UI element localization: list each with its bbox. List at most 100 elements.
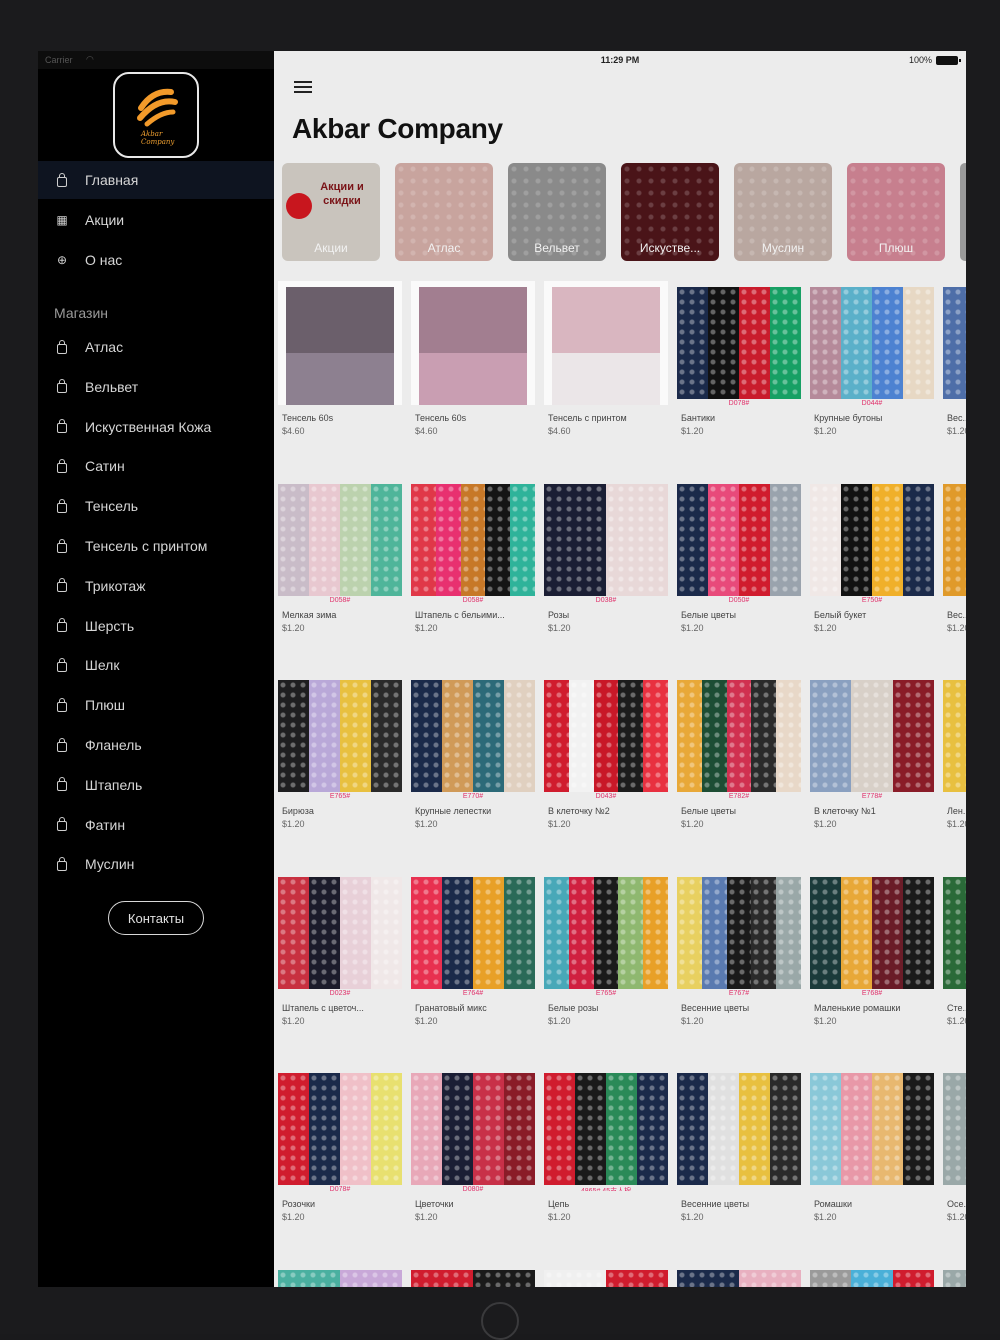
product-card[interactable] [677, 1264, 801, 1287]
product-card[interactable] [411, 1264, 535, 1287]
battery-percent: 100% [908, 55, 932, 65]
shop-item-label: Искуственная Кожа [85, 418, 212, 435]
product-card[interactable]: Сте... $1.20 [943, 871, 966, 1026]
product-card[interactable] [544, 1264, 668, 1287]
shop-item-6[interactable]: Трикотаж [38, 567, 274, 605]
product-card[interactable]: Тенсель 60s $4.60 [411, 281, 535, 436]
sidebar-item-2[interactable]: ⊕ О нас [38, 241, 274, 279]
product-card[interactable]: E750# Белый букет $1.20 [810, 478, 934, 633]
shop-item-13[interactable]: Муслин [38, 845, 274, 883]
category-card[interactable]: Искустве... [621, 163, 719, 261]
product-card[interactable]: Весенние цветы $1.20 [677, 1067, 801, 1222]
category-card[interactable]: Муслин [734, 163, 832, 261]
product-card[interactable]: Лен... $1.20 [943, 674, 966, 829]
product-grid[interactable]: Тенсель 60s $4.60 Тенсель 60s $4.60 Тенсель … [274, 281, 966, 1287]
product-card[interactable]: Тенсель с принтом $4.60 [544, 281, 668, 436]
shop-item-9[interactable]: Плюш [38, 686, 274, 724]
product-image [278, 1264, 402, 1287]
company-logo[interactable]: Akbar Company [113, 72, 199, 158]
shop-item-label: Фатин [85, 816, 126, 833]
product-card[interactable]: E765# Белые розы $1.20 [544, 871, 668, 1026]
product-name: Весенние цветы [681, 1199, 750, 1209]
product-price: $1.20 [282, 622, 305, 633]
fabric-swatch [810, 680, 852, 792]
product-card[interactable]: E767# Весенние цветы $1.20 [677, 871, 801, 1026]
product-card[interactable]: D058# Штапель с бельими... $1.20 [411, 478, 535, 633]
shop-item-label: Атлас [85, 339, 124, 355]
product-card[interactable]: 4865# 45支人棉 Цепь $1.20 [544, 1067, 668, 1222]
product-card[interactable]: D078# Бантики $1.20 [677, 281, 801, 436]
product-card[interactable]: E782# Белые цветы $1.20 [677, 674, 801, 829]
product-card[interactable]: D023# Штапель с цветоч... $1.20 [278, 871, 402, 1026]
shop-item-7[interactable]: Шерсть [38, 607, 274, 645]
fabric-code: E767# [728, 989, 750, 995]
product-card[interactable]: D044# Крупные бутоны $1.20 [810, 281, 934, 436]
product-card[interactable]: E778# В клеточку №1 $1.20 [810, 674, 934, 829]
sidebar-item-0[interactable]: Главная [38, 161, 274, 199]
globe-icon: ⊕ [56, 253, 68, 267]
category-card-peek[interactable] [960, 163, 966, 261]
product-card[interactable] [810, 1264, 934, 1287]
fabric-swatch [473, 680, 504, 792]
category-label: Плюш [878, 241, 914, 255]
fabric-swatch [618, 680, 644, 792]
product-card[interactable]: Ромашки $1.20 [810, 1067, 934, 1222]
shop-item-11[interactable]: Штапель [38, 766, 274, 804]
product-card[interactable]: Вес... $1.20 [943, 281, 966, 436]
fabric-swatch [841, 287, 872, 399]
shop-item-2[interactable]: Искуственная Кожа [38, 408, 274, 446]
shop-item-4[interactable]: Тенсель [38, 487, 274, 525]
fabric-swatches [677, 680, 801, 792]
fabric-swatch [510, 483, 535, 596]
product-image [544, 1264, 668, 1287]
shop-item-3[interactable]: Сатин [38, 447, 274, 485]
fabric-swatch [278, 1269, 340, 1287]
fabric-swatches [544, 876, 668, 989]
sidebar-item-label: Акции [85, 212, 125, 228]
shop-item-0[interactable]: Атлас [38, 328, 274, 366]
shop-item-12[interactable]: Фатин [38, 806, 274, 844]
category-carousel[interactable]: Акции и скидки Акции Атлас Вельвет Искустве.… [282, 163, 966, 263]
product-image: E767# [677, 871, 801, 995]
shop-item-10[interactable]: Фланель [38, 726, 274, 764]
product-card[interactable]: D050# Белые цветы $1.20 [677, 478, 801, 633]
product-card[interactable]: E768# Маленькие ромашки $1.20 [810, 871, 934, 1026]
shop-item-5[interactable]: Тенсель с принтом [38, 527, 274, 565]
contacts-button[interactable]: Контакты [108, 901, 204, 935]
product-price: $1.20 [814, 1015, 837, 1026]
category-card[interactable]: Атлас [395, 163, 493, 261]
fabric-swatch [943, 1269, 966, 1287]
category-card[interactable]: Вельвет [508, 163, 606, 261]
product-card[interactable]: E764# Гранатовый микс $1.20 [411, 871, 535, 1026]
product-card[interactable]: Вес... $1.20 [943, 478, 966, 633]
fabric-swatch [943, 1073, 966, 1185]
fabric-swatch [810, 876, 841, 989]
product-card[interactable] [943, 1264, 966, 1287]
shop-item-1[interactable]: Вельвет [38, 368, 274, 406]
product-price: $1.20 [681, 622, 704, 633]
home-button[interactable] [481, 1302, 519, 1340]
fabric-swatches [411, 876, 535, 989]
hamburger-menu-icon[interactable] [294, 81, 312, 95]
fabric-swatch [841, 483, 872, 596]
category-card[interactable]: Акции и скидки Акции [282, 163, 380, 261]
product-card[interactable] [278, 1264, 402, 1287]
fabric-swatch [411, 876, 442, 989]
product-card[interactable]: D058# Мелкая зима $1.20 [278, 478, 402, 633]
product-card[interactable]: Осе... $1.20 [943, 1067, 966, 1222]
product-card[interactable]: Тенсель 60s $4.60 [278, 281, 402, 436]
product-name: Вес... [947, 609, 966, 620]
product-price: $1.20 [814, 1212, 837, 1222]
product-card[interactable]: D080# Цветочки $1.20 [411, 1067, 535, 1222]
product-card[interactable]: E770# Крупные лепестки $1.20 [411, 674, 535, 829]
fabric-swatch [643, 876, 668, 989]
product-card[interactable]: D078# Розочки $1.20 [278, 1067, 402, 1222]
category-card[interactable]: Плюш [847, 163, 945, 261]
product-card[interactable]: D038# Розы $1.20 [544, 478, 668, 633]
sidebar-item-1[interactable]: ▦ Акции [38, 201, 274, 239]
product-card[interactable]: D043# В клеточку №2 $1.20 [544, 674, 668, 829]
shop-item-8[interactable]: Шелк [38, 646, 274, 684]
product-card[interactable]: E765# Бирюза $1.20 [278, 674, 402, 829]
fabric-swatches [943, 483, 966, 596]
fabric-swatch [473, 1269, 535, 1287]
